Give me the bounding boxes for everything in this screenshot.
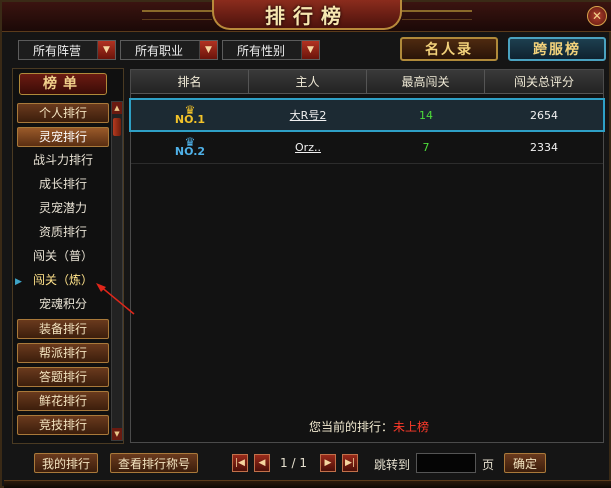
class-filter-value: 所有职业 [135, 43, 184, 58]
sidebar-item-pet-potential[interactable]: 灵宠潜力 [17, 199, 109, 219]
best-stage-value: 14 [419, 108, 433, 122]
total-score-value: 2654 [530, 108, 558, 122]
column-header-owner: 主人 [249, 70, 367, 93]
ranking-table: 排名 主人 最高闯关 闯关总评分 ♛ NO.1 大R号2 14 2654 ♛ N… [129, 69, 605, 443]
page-total: 1 [299, 456, 307, 470]
sidebar-item-pet-ranking[interactable]: 灵宠排行 [17, 127, 109, 147]
title-ornament-left [142, 10, 212, 20]
my-rank-status: 您当前的排行：未上榜 [309, 418, 429, 435]
row-divider [131, 163, 603, 164]
confirm-jump-button[interactable]: 确定 [504, 453, 546, 473]
sidebar-item-label: 闯关（炼） [32, 273, 93, 287]
ranking-window: 排行榜 ✕ 所有阵营 ▼ 所有职业 ▼ 所有性别 ▼ 名人录 跨服榜 榜单 个人… [0, 0, 611, 488]
table-header: 排名 主人 最高闯关 闯关总评分 [131, 70, 603, 94]
prev-page-icon[interactable]: ◀ [254, 454, 270, 472]
sidebar-item-combat-power[interactable]: 战斗力排行 [17, 151, 109, 171]
title-bar: 排行榜 ✕ [2, 0, 611, 32]
close-button[interactable]: ✕ [587, 6, 607, 26]
selection-pointer-icon: ▶ [15, 277, 22, 287]
view-rank-titles-button[interactable]: 查看排行称号 [110, 453, 198, 473]
last-page-icon[interactable]: ▶| [342, 454, 358, 472]
sidebar-scrollbar[interactable]: ▲ ▼ [111, 101, 123, 441]
page-indicator: 1 / 1 [280, 456, 307, 470]
sidebar-item-stage-normal[interactable]: 闯关（普） [17, 247, 109, 267]
next-page-icon[interactable]: ▶ [320, 454, 336, 472]
sidebar-header: 榜单 [19, 73, 107, 95]
close-icon: ✕ [591, 9, 603, 23]
scroll-down-icon[interactable]: ▼ [112, 428, 122, 440]
scroll-up-icon[interactable]: ▲ [112, 102, 122, 114]
page-current: 1 [280, 456, 288, 470]
title-plate: 排行榜 [212, 0, 402, 30]
gender-filter-value: 所有性别 [237, 43, 286, 58]
ranking-category-sidebar: 榜单 个人排行 灵宠排行 战斗力排行 成长排行 灵宠潜力 资质排行 闯关（普） … [12, 68, 124, 444]
first-page-icon[interactable]: |◀ [232, 454, 248, 472]
cross-server-ranking-button[interactable]: 跨服榜 [508, 37, 606, 61]
my-rank-label: 您当前的排行： [309, 420, 394, 434]
sidebar-item-guild-ranking[interactable]: 帮派排行 [17, 343, 109, 363]
faction-filter-select[interactable]: 所有阵营 ▼ [18, 40, 116, 60]
class-filter-select[interactable]: 所有职业 ▼ [120, 40, 218, 60]
page-separator: / [291, 456, 296, 470]
sidebar-item-flower-ranking[interactable]: 鲜花排行 [17, 391, 109, 411]
sidebar-item-personal-ranking[interactable]: 个人排行 [17, 103, 109, 123]
owner-name-link[interactable]: Orz.. [295, 141, 321, 154]
my-rank-button[interactable]: 我的排行 [34, 453, 98, 473]
faction-filter-value: 所有阵营 [33, 43, 82, 58]
column-header-rank: 排名 [131, 70, 249, 93]
title-ornament-right [402, 10, 472, 20]
rank-label: NO.2 [174, 145, 206, 158]
jump-page-input[interactable] [416, 453, 476, 473]
sidebar-item-pet-soul-points[interactable]: 宠魂积分 [17, 295, 109, 315]
table-row[interactable]: ♛ NO.1 大R号2 14 2654 [129, 98, 605, 132]
hall-of-fame-button[interactable]: 名人录 [400, 37, 498, 61]
scrollbar-thumb[interactable] [113, 118, 121, 136]
page-unit-label: 页 [482, 458, 495, 472]
jump-to-label: 跳转到 [374, 458, 411, 472]
rank-label: NO.1 [174, 113, 206, 126]
sidebar-item-growth[interactable]: 成长排行 [17, 175, 109, 195]
sidebar-item-quiz-ranking[interactable]: 答题排行 [17, 367, 109, 387]
total-score-value: 2334 [530, 140, 558, 154]
chevron-down-icon[interactable]: ▼ [301, 41, 319, 59]
bottom-decor-strip [4, 480, 611, 488]
rank-cell: ♛ NO.1 [131, 100, 249, 130]
chevron-down-icon[interactable]: ▼ [97, 41, 115, 59]
sidebar-item-stage-refine[interactable]: ▶ 闯关（炼） [15, 271, 109, 291]
table-row[interactable]: ♛ NO.2 Orz.. 7 2334 [131, 132, 603, 162]
sidebar-item-equipment-ranking[interactable]: 装备排行 [17, 319, 109, 339]
sidebar-item-aptitude[interactable]: 资质排行 [17, 223, 109, 243]
rank-cell: ♛ NO.2 [131, 132, 249, 162]
column-header-best-stage: 最高闯关 [367, 70, 485, 93]
chevron-down-icon[interactable]: ▼ [199, 41, 217, 59]
window-title: 排行榜 [265, 3, 349, 28]
my-rank-value: 未上榜 [393, 420, 430, 434]
best-stage-value: 7 [422, 140, 430, 154]
column-header-total-score: 闯关总评分 [513, 75, 574, 89]
sidebar-item-arena-ranking[interactable]: 竞技排行 [17, 415, 109, 435]
gender-filter-select[interactable]: 所有性别 ▼ [222, 40, 320, 60]
owner-name-link[interactable]: 大R号2 [290, 107, 327, 123]
